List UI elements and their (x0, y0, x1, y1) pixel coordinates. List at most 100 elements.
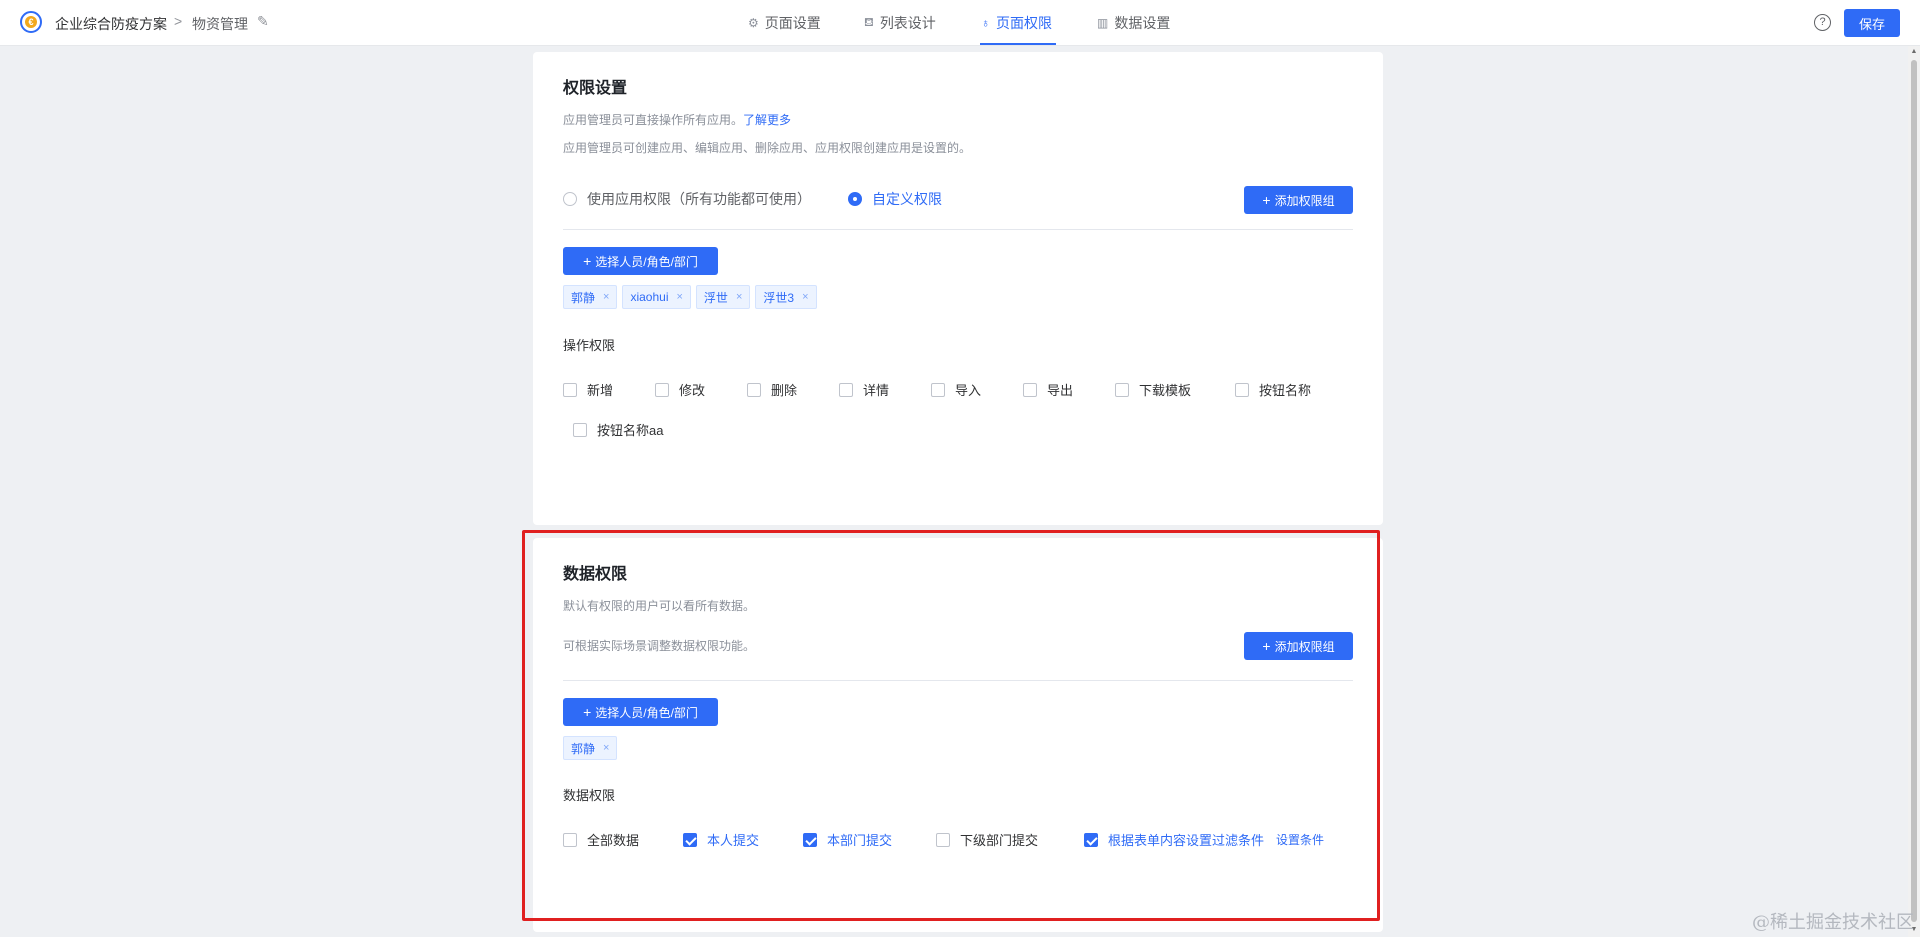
member-tags: 郭静 × xiaohui × 浮世 × 浮世3 × (563, 285, 817, 309)
checkbox-label: 根据表单内容设置过滤条件 (1108, 833, 1265, 848)
close-icon[interactable]: × (676, 291, 682, 303)
tab-list-design[interactable]: ⛾ 列表设计 (864, 0, 936, 46)
checkbox[interactable] (931, 382, 945, 397)
operation-checkbox-add[interactable]: 新增 (563, 380, 655, 399)
radio-custom-permission[interactable] (848, 192, 862, 206)
plus-icon: + (583, 253, 592, 269)
tab-data-settings[interactable]: ▥ 数据设置 (1097, 0, 1170, 46)
list-design-icon: ⛾ (864, 15, 874, 29)
data-permissions-card: 数据权限 默认有权限的用户可以看所有数据。 可根据实际场景调整数据权限功能。 +… (533, 538, 1383, 932)
permission-mode-radio-group: 使用应用权限（所有功能都可使用） 自定义权限 (563, 189, 942, 209)
operation-checkbox-button-name[interactable]: 按钮名称 (1235, 380, 1311, 399)
permission-icon: ♁ (981, 16, 990, 30)
checkbox-label: 下级部门提交 (960, 833, 1039, 848)
learn-more-link[interactable]: 了解更多 (743, 113, 791, 127)
checkbox-label: 新增 (587, 383, 614, 398)
operation-checkbox-row-2: 按钮名称aa (573, 420, 663, 439)
checkbox[interactable] (683, 832, 697, 847)
data-checkbox-all-data[interactable]: 全部数据 (563, 830, 683, 849)
checkbox[interactable] (747, 382, 761, 397)
breadcrumb-page-name: 物资管理 (192, 16, 248, 32)
checkbox[interactable] (563, 382, 577, 397)
checkbox[interactable] (1084, 832, 1098, 847)
vertical-scrollbar[interactable]: ▲ ▼ (1908, 46, 1920, 937)
tab-page-permissions[interactable]: ♁ 页面权限 (981, 0, 1052, 46)
checkbox-label: 按钮名称aa (597, 423, 664, 438)
tab-label: 列表设计 (879, 15, 936, 31)
tab-label: 数据设置 (1114, 15, 1171, 31)
operation-checkbox-edit[interactable]: 修改 (655, 380, 747, 399)
select-members-button[interactable]: + 选择人员/角色/部门 (563, 247, 718, 275)
checkbox[interactable] (655, 382, 669, 397)
set-condition-link[interactable]: 设置条件 (1276, 831, 1324, 848)
checkbox-label: 全部数据 (587, 833, 640, 848)
tag-label: 郭静 (571, 290, 596, 305)
checkbox-label: 导入 (955, 383, 982, 398)
data-checkbox-sub-department-submitted[interactable]: 下级部门提交 (936, 830, 1084, 849)
tag-label: 郭静 (571, 741, 596, 756)
logo-glyph: € (25, 16, 37, 28)
help-icon[interactable]: ? (1814, 14, 1831, 31)
data-permission-desc-2: 可根据实际场景调整数据权限功能。 (563, 639, 756, 653)
scroll-up-icon[interactable]: ▲ (1910, 48, 1918, 55)
close-icon[interactable]: × (603, 742, 609, 754)
data-checkbox-form-filter[interactable]: 根据表单内容设置过滤条件 设置条件 (1084, 830, 1324, 849)
plus-icon: + (1262, 638, 1271, 654)
divider (563, 229, 1353, 230)
checkbox-label: 按钮名称 (1259, 383, 1312, 398)
operation-checkbox-export[interactable]: 导出 (1023, 380, 1115, 399)
operation-checkbox-delete[interactable]: 删除 (747, 380, 839, 399)
active-tab-indicator (980, 43, 1056, 45)
button-label: 添加权限组 (1274, 193, 1335, 208)
checkbox[interactable] (936, 832, 950, 847)
tab-page-settings[interactable]: ⚙ 页面设置 (748, 0, 821, 46)
add-data-permission-group-button[interactable]: + 添加权限组 (1244, 632, 1353, 660)
checkbox-label: 导出 (1047, 383, 1074, 398)
member-tag: 郭静 × (563, 285, 618, 309)
add-permission-group-button[interactable]: + 添加权限组 (1244, 186, 1353, 214)
member-tag: 郭静 × (563, 736, 618, 760)
member-tag: 浮世3 × (755, 285, 817, 309)
select-members-button[interactable]: + 选择人员/角色/部门 (563, 698, 718, 726)
checkbox[interactable] (573, 422, 587, 437)
radio-custom-permission-label[interactable]: 自定义权限 (872, 189, 942, 209)
checkbox[interactable] (1235, 382, 1249, 397)
bar-chart-icon: ▥ (1097, 16, 1109, 30)
close-icon[interactable]: × (802, 291, 808, 303)
checkbox[interactable] (803, 832, 817, 847)
member-tags: 郭静 × (563, 736, 618, 760)
tag-label: 浮世3 (763, 290, 795, 305)
edit-icon[interactable]: ✎ (257, 13, 269, 30)
operation-checkbox-button-name-aa[interactable]: 按钮名称aa (573, 420, 663, 439)
data-scope-checkbox-row: 全部数据 本人提交 本部门提交 下级部门提交 根据表单内容设置过滤条件 设置条件 (563, 830, 1324, 849)
operation-checkbox-detail[interactable]: 详情 (839, 380, 931, 399)
checkbox[interactable] (1023, 382, 1037, 397)
checkbox[interactable] (839, 382, 853, 397)
checkbox[interactable] (1115, 382, 1129, 397)
permission-desc-2: 应用管理员可创建应用、编辑应用、删除应用、应用权限创建应用是设置的。 (563, 141, 972, 155)
radio-app-permission[interactable] (563, 192, 577, 206)
tab-label: 页面设置 (764, 15, 821, 31)
top-bar: € 企业综合防疫方案 > 物资管理 ✎ ⚙ 页面设置 ⛾ 列表设计 ♁ 页面权限… (0, 0, 1920, 46)
permission-desc-1: 应用管理员可直接操作所有应用。了解更多 (563, 111, 791, 128)
data-permissions-title: 数据权限 (563, 566, 628, 583)
close-icon[interactable]: × (603, 291, 609, 303)
operation-checkbox-row: 新增 修改 删除 详情 导入 导出 下载模板 按钮名称 (563, 380, 1311, 399)
button-label: 添加权限组 (1274, 639, 1335, 654)
scroll-thumb[interactable] (1911, 60, 1917, 922)
permission-settings-title: 权限设置 (563, 80, 628, 97)
checkbox-label: 本部门提交 (827, 833, 893, 848)
breadcrumb-app-name[interactable]: 企业综合防疫方案 (55, 14, 167, 34)
operation-checkbox-import[interactable]: 导入 (931, 380, 1023, 399)
close-icon[interactable]: × (736, 291, 742, 303)
divider (563, 680, 1353, 681)
data-permission-desc-1: 默认有权限的用户可以看所有数据。 (563, 599, 756, 613)
save-button[interactable]: 保存 (1844, 9, 1900, 37)
settings-icon: ⚙ (748, 16, 759, 30)
data-checkbox-department-submitted[interactable]: 本部门提交 (803, 830, 936, 849)
operation-checkbox-download-template[interactable]: 下载模板 (1115, 380, 1235, 399)
checkbox[interactable] (563, 832, 577, 847)
desc-text: 应用管理员可直接操作所有应用。 (563, 113, 744, 127)
radio-app-permission-label[interactable]: 使用应用权限（所有功能都可使用） (587, 189, 811, 209)
data-checkbox-self-submitted[interactable]: 本人提交 (683, 830, 803, 849)
